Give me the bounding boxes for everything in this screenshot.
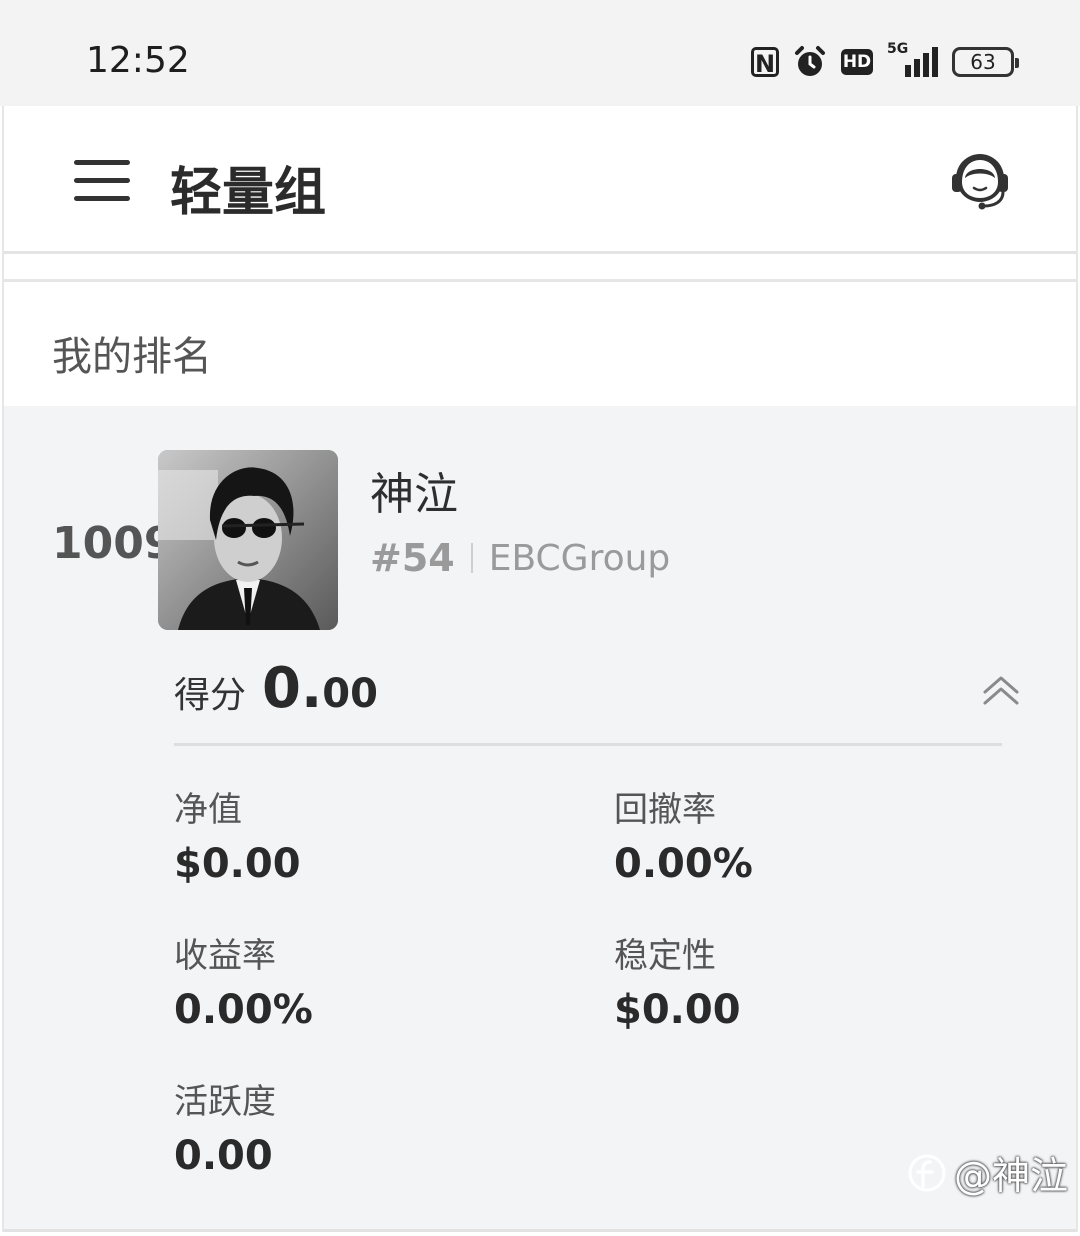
page: 轻量组 我的排名 1009 神泣 #54 EBCGroup 得分 0. 00 净… bbox=[2, 106, 1078, 1232]
watermark-logo-icon bbox=[908, 1154, 946, 1191]
customer-service-headset-icon[interactable] bbox=[948, 148, 1012, 212]
stat-value: $0.00 bbox=[174, 841, 301, 887]
divider bbox=[174, 743, 1002, 746]
stat-value: 0.00 bbox=[174, 1133, 273, 1179]
alarm-clock-icon bbox=[795, 46, 825, 76]
group-name: EBCGroup bbox=[488, 537, 671, 579]
battery-icon: 63 bbox=[952, 47, 1019, 77]
nfc-icon: N bbox=[751, 47, 779, 78]
network-type-label: 5G bbox=[887, 41, 909, 57]
battery-percent: 63 bbox=[970, 50, 996, 74]
cellular-signal-icon: 5G bbox=[887, 41, 938, 77]
avatar[interactable] bbox=[158, 450, 338, 630]
stat-label: 净值 bbox=[174, 790, 242, 830]
status-bar: 12:52 N HD 5G 63 bbox=[0, 0, 1080, 106]
stat-value: 0.00% bbox=[174, 987, 313, 1033]
score-value-integer: 0. bbox=[262, 656, 323, 721]
stat-label: 回撤率 bbox=[614, 790, 716, 830]
score-label: 得分 bbox=[174, 675, 247, 716]
stat-label: 收益率 bbox=[174, 936, 276, 976]
stat-activity: 活跃度 0.00 bbox=[174, 1082, 276, 1182]
stat-value: $0.00 bbox=[614, 987, 741, 1033]
user-nickname: 神泣 bbox=[370, 469, 458, 520]
page-title: 轻量组 bbox=[170, 163, 327, 223]
meta-separator bbox=[470, 543, 473, 573]
stat-stability: 稳定性 $0.00 bbox=[614, 936, 741, 1036]
section-title: 我的排名 bbox=[52, 334, 212, 380]
hamburger-menu-icon[interactable] bbox=[74, 160, 130, 204]
chevron-up-double-icon[interactable] bbox=[982, 674, 1020, 706]
section-spacer bbox=[4, 256, 1076, 282]
rank-number: 1009 bbox=[52, 518, 175, 569]
app-bar: 轻量组 bbox=[4, 106, 1076, 254]
score-value-decimal: 00 bbox=[322, 671, 378, 717]
stat-label: 活跃度 bbox=[174, 1082, 276, 1122]
score-row: 得分 0. 00 bbox=[174, 656, 378, 721]
hd-voice-icon: HD bbox=[841, 49, 873, 75]
watermark-text: @神泣 bbox=[953, 1154, 1068, 1198]
group-number: #54 bbox=[370, 536, 455, 580]
stat-value: 0.00% bbox=[614, 841, 753, 887]
my-ranking-card: 1009 神泣 #54 EBCGroup 得分 0. 00 净值 $0.00 回… bbox=[4, 406, 1076, 1232]
group-meta: #54 EBCGroup bbox=[370, 536, 670, 580]
avatar-photo bbox=[158, 450, 338, 630]
stat-net-value: 净值 $0.00 bbox=[174, 790, 301, 890]
watermark: @神泣 bbox=[906, 1145, 1068, 1200]
status-icons: N HD 5G 63 bbox=[751, 40, 1019, 84]
status-time: 12:52 bbox=[86, 40, 190, 81]
stat-drawdown: 回撤率 0.00% bbox=[614, 790, 753, 890]
stat-return-rate: 收益率 0.00% bbox=[174, 936, 313, 1036]
stat-label: 稳定性 bbox=[614, 936, 716, 976]
